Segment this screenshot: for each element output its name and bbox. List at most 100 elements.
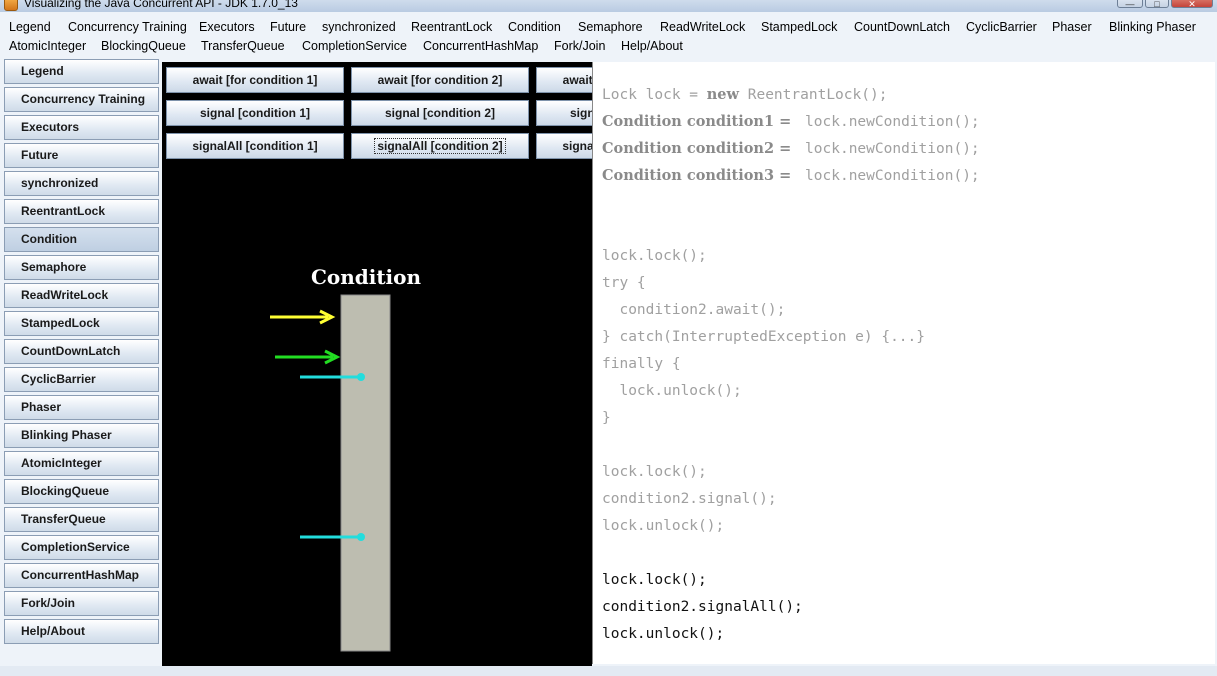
- sidebar-item-help-about[interactable]: Help/About: [4, 619, 159, 644]
- code-line: } catch(InterruptedException e) {...}: [602, 329, 925, 345]
- code-line: lock.unlock();: [602, 383, 742, 399]
- visual-title: Condition: [311, 265, 422, 289]
- code-token: Condition condition3 =: [602, 167, 797, 184]
- sidebar-item-stampedlock[interactable]: StampedLock: [4, 311, 159, 336]
- menu-bar: Legend Concurrency Training Executors Futur…: [0, 17, 1217, 57]
- code-token: condition2.await();: [602, 302, 786, 318]
- sidebar-item-condition[interactable]: Condition: [4, 227, 159, 252]
- sidebar-item-readwritelock[interactable]: ReadWriteLock: [4, 283, 159, 308]
- sidebar-item-phaser[interactable]: Phaser: [4, 395, 159, 420]
- menu-item-blinking-phaser[interactable]: Blinking Phaser: [1109, 17, 1196, 37]
- sidebar-item-concurrency-training[interactable]: Concurrency Training: [4, 87, 159, 112]
- visualization-canvas: Condition await [for condition 1] await […: [162, 62, 714, 666]
- menu-item-condition[interactable]: Condition: [508, 17, 561, 37]
- sidebar-item-future[interactable]: Future: [4, 143, 159, 168]
- await-for-condition-1-button[interactable]: await [for condition 1]: [166, 67, 344, 93]
- code-line: Lock lock = new ReentrantLock();: [602, 86, 887, 103]
- menu-item-semaphore[interactable]: Semaphore: [578, 17, 643, 37]
- button-label: signalAll [condition 1]: [192, 139, 318, 153]
- code-token: } catch(InterruptedException e) {...}: [602, 329, 926, 345]
- code-token: lock.unlock();: [602, 383, 742, 399]
- code-token: lock.lock();: [602, 464, 707, 480]
- sidebar-item-fork-join[interactable]: Fork/Join: [4, 591, 159, 616]
- menu-item-phaser[interactable]: Phaser: [1052, 17, 1092, 37]
- java-app-icon: [4, 0, 18, 11]
- menu-item-readwritelock[interactable]: ReadWriteLock: [660, 17, 745, 37]
- code-line: condition2.signalAll();: [602, 599, 803, 615]
- menu-item-concurrenthashmap[interactable]: ConcurrentHashMap: [423, 36, 538, 56]
- menu-item-help-about[interactable]: Help/About: [621, 36, 683, 56]
- code-line: Condition condition2 = lock.newCondition…: [602, 140, 980, 157]
- code-line: finally {: [602, 356, 681, 372]
- code-line: lock.lock();: [602, 572, 707, 588]
- code-line: lock.unlock();: [602, 626, 724, 642]
- code-token: Condition condition2 =: [602, 140, 797, 157]
- menu-item-future[interactable]: Future: [270, 17, 306, 37]
- sidebar-item-blockingqueue[interactable]: BlockingQueue: [4, 479, 159, 504]
- sidebar-item-transferqueue[interactable]: TransferQueue: [4, 507, 159, 532]
- menu-item-transferqueue[interactable]: TransferQueue: [201, 36, 285, 56]
- sidebar-item-legend[interactable]: Legend: [4, 59, 159, 84]
- sidebar-item-concurrenthashmap[interactable]: ConcurrentHashMap: [4, 563, 159, 588]
- menu-item-blockingqueue[interactable]: BlockingQueue: [101, 36, 186, 56]
- button-label: signalAll [condition 2]: [374, 138, 506, 154]
- code-line: try {: [602, 275, 646, 291]
- menu-item-synchronized[interactable]: synchronized: [322, 17, 396, 37]
- sidebar-item-reentrantlock[interactable]: ReentrantLock: [4, 199, 159, 224]
- menu-item-concurrency-training[interactable]: Concurrency Training: [68, 17, 187, 37]
- signal-condition-2-button[interactable]: signal [condition 2]: [351, 100, 529, 126]
- sidebar-item-completionservice[interactable]: CompletionService: [4, 535, 159, 560]
- code-token: lock.newCondition();: [796, 114, 980, 130]
- code-line: condition2.signal();: [602, 491, 777, 507]
- code-token: finally {: [602, 356, 681, 372]
- code-token: try {: [602, 275, 646, 291]
- sidebar-item-atomicinteger[interactable]: AtomicInteger: [4, 451, 159, 476]
- await-for-condition-2-button[interactable]: await [for condition 2]: [351, 67, 529, 93]
- code-panel: Lock lock = new ReentrantLock(); Conditio…: [592, 62, 1215, 664]
- menu-item-stampedlock[interactable]: StampedLock: [761, 17, 837, 37]
- signal-condition-1-button[interactable]: signal [condition 1]: [166, 100, 344, 126]
- sidebar-item-executors[interactable]: Executors: [4, 115, 159, 140]
- code-token: }: [602, 410, 611, 426]
- condition-column: [340, 294, 391, 652]
- code-token: lock.lock();: [602, 572, 707, 588]
- close-icon[interactable]: ✕: [1171, 0, 1213, 9]
- menu-item-countdownlatch[interactable]: CountDownLatch: [854, 17, 950, 37]
- code-line: }: [602, 410, 611, 426]
- maximize-icon[interactable]: □: [1145, 0, 1169, 9]
- code-token: Condition condition1 =: [602, 113, 797, 130]
- button-label: signal [condition 2]: [385, 106, 495, 120]
- window-bottom-edge: [0, 666, 1217, 676]
- menu-item-completionservice[interactable]: CompletionService: [302, 36, 407, 56]
- code-line: Condition condition1 = lock.newCondition…: [602, 113, 980, 130]
- code-line: lock.unlock();: [602, 518, 724, 534]
- button-label: await [for condition 1]: [192, 73, 318, 87]
- minimize-icon[interactable]: —: [1117, 0, 1143, 9]
- sidebar-item-cyclicbarrier[interactable]: CyclicBarrier: [4, 367, 159, 392]
- code-token: lock.lock();: [602, 248, 707, 264]
- sidebar-item-synchronized[interactable]: synchronized: [4, 171, 159, 196]
- code-line: Condition condition3 = lock.newCondition…: [602, 167, 980, 184]
- menu-item-fork-join[interactable]: Fork/Join: [554, 36, 605, 56]
- sidebar-item-semaphore[interactable]: Semaphore: [4, 255, 159, 280]
- code-token: lock.newCondition();: [796, 168, 980, 184]
- code-token: ReentrantLock();: [739, 87, 888, 103]
- menu-item-executors[interactable]: Executors: [199, 17, 255, 37]
- menu-item-reentrantlock[interactable]: ReentrantLock: [411, 17, 492, 37]
- sidebar-item-blinking-phaser[interactable]: Blinking Phaser: [4, 423, 159, 448]
- signalall-condition-2-button[interactable]: signalAll [condition 2]: [351, 133, 529, 159]
- code-token: lock.newCondition();: [796, 141, 980, 157]
- signalall-condition-1-button[interactable]: signalAll [condition 1]: [166, 133, 344, 159]
- awaiting-thread-arrow-1: [270, 309, 336, 325]
- code-line: lock.lock();: [602, 248, 707, 264]
- code-token: new: [706, 86, 740, 103]
- code-token: Lock lock =: [602, 87, 707, 103]
- code-token: condition2.signal();: [602, 491, 777, 507]
- code-line: lock.lock();: [602, 464, 707, 480]
- button-label: await [for condition 2]: [377, 73, 503, 87]
- code-line: condition2.await();: [602, 302, 785, 318]
- menu-item-atomicinteger[interactable]: AtomicInteger: [9, 36, 86, 56]
- menu-item-cyclicbarrier[interactable]: CyclicBarrier: [966, 17, 1037, 37]
- menu-item-legend[interactable]: Legend: [9, 17, 51, 37]
- sidebar-item-countdownlatch[interactable]: CountDownLatch: [4, 339, 159, 364]
